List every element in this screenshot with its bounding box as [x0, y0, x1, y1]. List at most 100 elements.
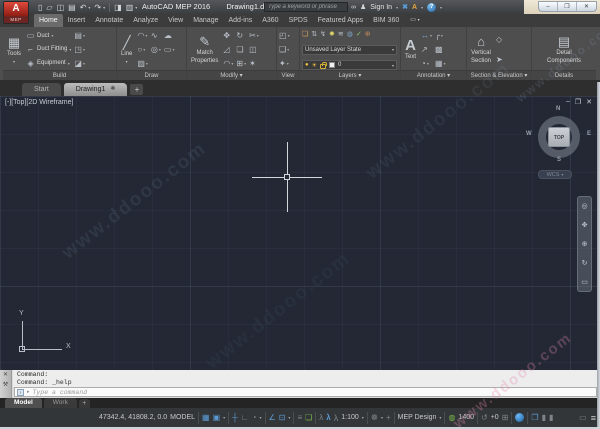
- workspace-gear-icon[interactable]: ☸: [371, 413, 378, 423]
- move-button[interactable]: ✥: [223, 31, 233, 40]
- detail-components-button[interactable]: ▤ Detail Components: [545, 29, 583, 70]
- new-layout-button[interactable]: +: [79, 399, 90, 408]
- viewcube-top-face[interactable]: TOP: [548, 127, 570, 147]
- command-wrench-icon[interactable]: ⚒: [3, 381, 8, 388]
- ribbon-tab-a360[interactable]: A360: [257, 14, 283, 27]
- mirror-button[interactable]: ◫: [249, 45, 259, 54]
- file-tab-drawing1[interactable]: Drawing1 ✱: [64, 83, 128, 96]
- wcs-selector[interactable]: WCS ▾: [538, 170, 572, 179]
- snap-dropdown[interactable]: ▾: [223, 415, 225, 420]
- pan-icon[interactable]: ✥: [582, 221, 588, 229]
- viewcube-south[interactable]: S: [557, 157, 561, 163]
- clean-screen-icon[interactable]: ▭: [579, 413, 587, 423]
- model-space-button[interactable]: MODEL: [170, 414, 195, 421]
- layer-combo[interactable]: ● ☀ 0 ▾: [302, 60, 397, 70]
- status-bar-extra-icon[interactable]: ▮: [542, 413, 546, 423]
- status-bar-extra-icon[interactable]: ▮: [549, 413, 553, 423]
- annotation-visibility-icon[interactable]: λ: [319, 413, 323, 423]
- viewcube[interactable]: N W E S TOP: [524, 104, 596, 166]
- command-history[interactable]: Command: Command: _help: [13, 370, 600, 387]
- app-manager-dropdown[interactable]: ▾: [421, 5, 423, 10]
- annotation-scale-value[interactable]: 1:100: [341, 414, 359, 421]
- panel-title-modify[interactable]: Modify ▾: [187, 70, 276, 80]
- erase-button[interactable]: ◿: [223, 45, 233, 54]
- wipeout-button[interactable]: ▩: [435, 45, 446, 54]
- drawing-canvas[interactable]: [-][Top][2D Wireframe] – ❐ ✕ N W E S TOP…: [0, 96, 600, 370]
- duct-fitting-button[interactable]: ⌐ Duct Fitting ▾: [26, 43, 71, 55]
- lineweight-toggle-icon[interactable]: ≡: [297, 413, 302, 423]
- redo-dropdown[interactable]: ▾: [103, 5, 105, 10]
- trim-button[interactable]: ✂▾: [249, 31, 259, 40]
- ribbon-tab-featured-apps[interactable]: Featured Apps: [313, 14, 369, 27]
- coordinates-readout[interactable]: 47342.4, 41808.2, 0.0: [99, 414, 167, 421]
- minimize-button[interactable]: –: [539, 2, 558, 11]
- rotate-button[interactable]: ↻: [236, 31, 246, 40]
- centerline-button[interactable]: ◔▾: [421, 59, 432, 68]
- dimension-button[interactable]: ↔▾: [421, 31, 432, 40]
- application-menu-button[interactable]: A MEP: [3, 1, 29, 24]
- object-snap-icon[interactable]: ⊡: [279, 413, 286, 423]
- panel-title-draw[interactable]: Draw: [117, 70, 186, 80]
- exchange-apps-icon[interactable]: ✖: [402, 3, 408, 11]
- panel-title-section[interactable]: Section & Elevation ▾: [467, 70, 531, 80]
- file-tab-start[interactable]: Start: [22, 83, 61, 96]
- layer-off-icon[interactable]: ◍: [347, 30, 353, 38]
- help-dropdown[interactable]: ▾: [440, 5, 442, 10]
- polar-dropdown[interactable]: ▾: [260, 415, 262, 420]
- new-file-icon[interactable]: ▯: [38, 3, 42, 12]
- polyline-button[interactable]: ∿: [151, 31, 161, 40]
- ribbon-tab-addins[interactable]: Add-ins: [223, 14, 257, 27]
- ribbon-tab-home[interactable]: Home: [34, 14, 63, 27]
- pipe-button[interactable]: ▤ ▾: [74, 31, 85, 40]
- panel-title-annotation[interactable]: Annotation ▾: [401, 70, 466, 80]
- help-icon[interactable]: ?: [427, 3, 436, 12]
- replace-z-icon[interactable]: ↺: [481, 413, 488, 423]
- selection-cycling-icon[interactable]: ❏: [305, 413, 312, 423]
- layer-isolate-icon[interactable]: ✹: [329, 30, 335, 38]
- grid-toggle-icon[interactable]: ▦: [202, 413, 210, 423]
- leader-button[interactable]: ↗: [421, 45, 432, 54]
- array-button[interactable]: ⊞▾: [236, 59, 246, 68]
- layout-tab-work[interactable]: Work: [44, 398, 77, 408]
- search-binoculars-icon[interactable]: ∞: [351, 4, 356, 11]
- view-tool-3[interactable]: ✦▾: [279, 59, 290, 68]
- redo-icon[interactable]: ↷: [94, 3, 101, 12]
- layer-on-icon[interactable]: ✓: [356, 30, 362, 38]
- hatch-button[interactable]: ▨▾: [137, 59, 148, 68]
- workspace-gear-dropdown[interactable]: ▾: [381, 415, 383, 420]
- sheetset-icon[interactable]: ▥: [126, 3, 134, 12]
- elevation-offset[interactable]: +0: [491, 414, 499, 421]
- annotation-monitor-icon[interactable]: +: [386, 413, 391, 423]
- panel-title-build[interactable]: Build: [3, 70, 116, 80]
- clean-screen-corners-icon[interactable]: ⊞: [502, 413, 509, 423]
- elevation-value[interactable]: 1400: [458, 414, 474, 421]
- open-file-icon[interactable]: ▱: [46, 3, 52, 12]
- viewport-controls-label[interactable]: [-][Top][2D Wireframe]: [5, 99, 73, 106]
- elevation-button[interactable]: ➤: [496, 55, 503, 64]
- view-tool-1[interactable]: ◰▾: [279, 31, 290, 40]
- panel-title-layers[interactable]: Layers ▾: [300, 70, 400, 80]
- line-button[interactable]: ╱ Line ▾: [119, 29, 134, 70]
- circle-button[interactable]: ○▾: [137, 45, 148, 54]
- isolate-objects-icon[interactable]: ❐: [531, 413, 538, 423]
- customization-menu-icon[interactable]: ≡: [591, 413, 596, 423]
- undo-icon[interactable]: ↶: [80, 3, 87, 12]
- match-properties-button[interactable]: ✎ Match Properties: [189, 29, 220, 70]
- close-button[interactable]: ✕: [577, 2, 596, 11]
- ribbon-tab-analyze[interactable]: Analyze: [128, 14, 163, 27]
- layer-match-icon[interactable]: ⇅: [311, 30, 317, 38]
- maximize-button[interactable]: ❐: [558, 2, 577, 11]
- section-box-button[interactable]: ◇: [496, 35, 503, 44]
- workspace-switcher[interactable]: MEP Design: [398, 414, 437, 421]
- layer-prev-icon[interactable]: ↯: [320, 30, 326, 38]
- vertical-section-button[interactable]: ⌂ Vertical Section: [469, 29, 493, 70]
- arc-button[interactable]: ◠▾: [137, 31, 148, 40]
- cloud-button[interactable]: ☁: [164, 31, 175, 40]
- ribbon-tab-insert[interactable]: Insert: [63, 14, 91, 27]
- new-drawing-tab-button[interactable]: +: [130, 84, 143, 95]
- ribbon-tab-manage[interactable]: Manage: [188, 14, 223, 27]
- search-input[interactable]: Type a keyword or phrase: [264, 2, 348, 12]
- layer-freeze-icon[interactable]: ≋: [338, 30, 344, 38]
- layer-properties-icon[interactable]: ❏: [302, 30, 308, 38]
- layout-tab-model[interactable]: Model: [5, 398, 42, 408]
